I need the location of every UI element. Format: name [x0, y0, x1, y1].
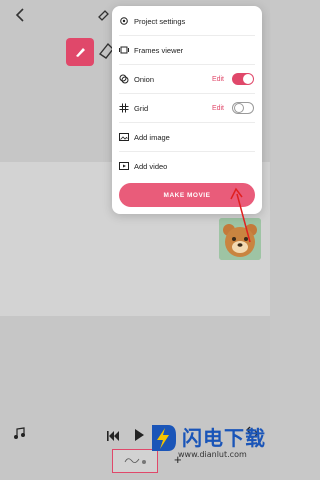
grid-icon [119, 103, 129, 113]
onion-edit-link[interactable]: Edit [212, 76, 224, 83]
brush-tool-button[interactable] [66, 38, 94, 66]
menu-item-label: Project settings [134, 16, 186, 26]
grid-toggle[interactable] [232, 102, 254, 114]
frames-icon [119, 46, 129, 54]
menu-item-label: Onion [134, 74, 155, 84]
menu-item-label: Frames viewer [134, 45, 184, 55]
annotation-arrow [230, 187, 251, 243]
watermark-url: www.dianlut.com [178, 450, 247, 459]
onion-icon [119, 74, 129, 84]
eraser-icon[interactable] [96, 8, 110, 22]
watermark-text: 闪电下载 [182, 426, 266, 450]
menu-item-add-video[interactable]: Add video [112, 152, 262, 180]
toggle-knob [234, 103, 244, 113]
menu-item-grid[interactable]: Grid Edit [112, 94, 262, 122]
brush-icon [76, 48, 85, 57]
image-icon [119, 133, 129, 141]
music-icon[interactable] [12, 426, 26, 440]
project-menu: Project settings Frames viewer Onion Edi… [112, 6, 262, 214]
menu-item-label: Add video [134, 161, 168, 171]
watermark: 闪电下载 www.dianlut.com [148, 420, 268, 468]
onion-toggle[interactable] [232, 73, 254, 85]
menu-item-onion[interactable]: Onion Edit [112, 65, 262, 93]
toggle-knob [243, 74, 253, 84]
back-icon[interactable] [14, 7, 28, 23]
play-icon[interactable] [132, 428, 146, 442]
lightning-logo-icon [152, 425, 176, 451]
rewind-icon[interactable] [106, 430, 120, 442]
video-icon [119, 162, 129, 170]
menu-item-add-image[interactable]: Add image [112, 123, 262, 151]
grid-edit-link[interactable]: Edit [212, 105, 224, 112]
menu-item-project-settings[interactable]: Project settings [112, 7, 262, 35]
menu-item-label: Add image [134, 132, 170, 142]
menu-item-label: Grid [134, 103, 149, 113]
gear-icon [120, 17, 128, 25]
menu-item-frames-viewer[interactable]: Frames viewer [112, 36, 262, 64]
